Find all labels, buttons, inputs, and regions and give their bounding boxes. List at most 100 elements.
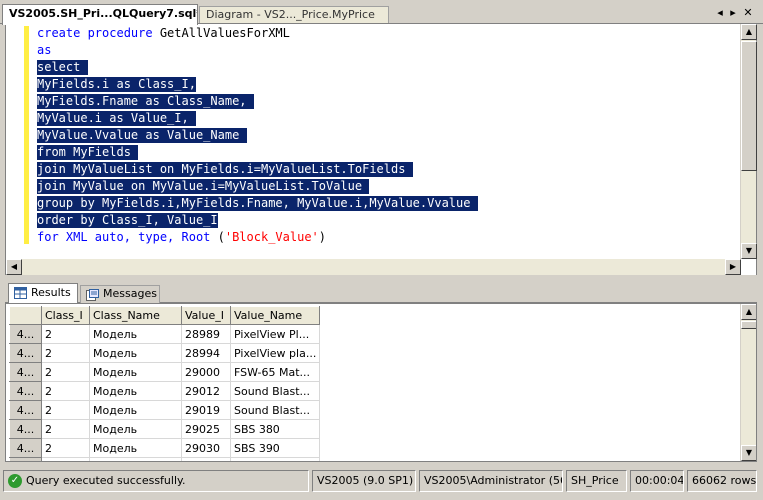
table-cell[interactable]: 2	[41, 400, 90, 420]
code-line[interactable]: select	[37, 59, 737, 76]
code-token: GetAllValuesForXML	[159, 26, 290, 40]
column-header[interactable]: Value_I	[181, 306, 231, 325]
row-header[interactable]: 4...	[9, 438, 42, 458]
tab-messages[interactable]: Messages	[80, 285, 160, 303]
table-cell[interactable]: SBS 560	[229, 457, 321, 461]
code-token: MyFields.Fname as Class_Name,	[37, 94, 254, 109]
table-cell[interactable]: Модель	[89, 381, 182, 401]
table-row[interactable]: 4... 2 Модель 29025 SBS 380	[9, 419, 321, 439]
results-tab-strip: Results Messages	[5, 281, 757, 304]
table-cell[interactable]: Модель	[89, 419, 182, 439]
table-row[interactable]: 4... 2 Модель 29019 Sound Blast...	[9, 400, 321, 420]
column-header[interactable]: Value_Name	[229, 306, 321, 325]
code-line[interactable]: for XML auto, type, Root ('Block_Value')	[37, 229, 737, 246]
code-token: select	[37, 60, 88, 75]
table-cell[interactable]: 29000	[181, 362, 231, 382]
scroll-left-icon[interactable]: ◀	[6, 259, 22, 275]
table-cell[interactable]: SBS 390	[229, 438, 321, 458]
success-check-icon: ✓	[8, 474, 22, 488]
code-line[interactable]: group by MyFields.i,MyFields.Fname, MyVa…	[37, 195, 737, 212]
row-header[interactable]: 4...	[9, 343, 42, 363]
tab-messages-label: Messages	[103, 287, 157, 300]
close-tab-icon[interactable]: ✕	[742, 7, 754, 19]
table-row[interactable]: 4... 2 Модель 28989 PixelView Pl...	[9, 324, 321, 344]
table-cell[interactable]: Sound Blast...	[229, 381, 321, 401]
table-cell[interactable]: 29030	[181, 438, 231, 458]
code-line[interactable]: MyValue.Vvalue as Value_Name	[37, 127, 737, 144]
table-cell[interactable]: Модель	[89, 324, 182, 344]
tab-results[interactable]: Results	[8, 283, 78, 304]
status-elapsed-time: 00:00:04	[630, 470, 684, 492]
table-cell[interactable]: FSW-65 Mat...	[229, 362, 321, 382]
grid-corner[interactable]	[9, 306, 42, 325]
table-cell[interactable]: 29025	[181, 419, 231, 439]
code-line[interactable]: order by Class_I, Value_I	[37, 212, 737, 229]
editor-scroll-thumb[interactable]	[741, 41, 757, 171]
tab-query-file[interactable]: VS2005.SH_Pri...QLQuery7.sql*	[2, 4, 198, 25]
code-token: (	[217, 230, 225, 244]
row-header[interactable]: 4...	[9, 381, 42, 401]
row-header[interactable]: 4...	[9, 362, 42, 382]
table-cell[interactable]: Модель	[89, 343, 182, 363]
grid-scroll-down-icon[interactable]: ▼	[741, 445, 756, 461]
column-header[interactable]: Class_I	[41, 306, 90, 325]
table-cell[interactable]: Модель	[89, 438, 182, 458]
row-header[interactable]: 4...	[9, 400, 42, 420]
grid-scroll-up-icon[interactable]: ▲	[741, 304, 756, 320]
tab-diagram[interactable]: Diagram - VS2..._Price.MyPrice	[199, 6, 389, 23]
table-cell[interactable]: 2	[41, 362, 90, 382]
status-user: VS2005\Administrator (56)	[419, 470, 563, 492]
results-grid[interactable]: Class_I Class_Name Value_I Value_Name 4.…	[5, 303, 757, 462]
table-row[interactable]: 4... 2 Модель 28994 PixelView pla...	[9, 343, 321, 363]
table-cell[interactable]: 29036	[181, 457, 231, 461]
table-row[interactable]: 4... 2 Модель 29012 Sound Blast...	[9, 381, 321, 401]
code-token: MyValue.Vvalue as Value_Name	[37, 128, 247, 143]
scroll-down-icon[interactable]: ▼	[741, 243, 757, 259]
code-line[interactable]: join MyValueList on MyFields.i=MyValueLi…	[37, 161, 737, 178]
table-cell[interactable]: SBS 380	[229, 419, 321, 439]
code-line[interactable]: create procedure GetAllValuesForXML	[37, 25, 737, 42]
table-row[interactable]: 4... 2 Модель 29000 FSW-65 Mat...	[9, 362, 321, 382]
code-line[interactable]: from MyFields	[37, 144, 737, 161]
scroll-up-icon[interactable]: ▲	[741, 24, 757, 40]
code-line[interactable]: join MyValue on MyValue.i=MyValueList.To…	[37, 178, 737, 195]
column-header[interactable]: Class_Name	[89, 306, 182, 325]
table-cell[interactable]: 28989	[181, 324, 231, 344]
table-cell[interactable]: 29012	[181, 381, 231, 401]
code-token: group by MyFields.i,MyFields.Fname, MyVa…	[37, 196, 478, 211]
table-cell[interactable]: Sound Blast...	[229, 400, 321, 420]
code-token: join MyValue on MyValue.i=MyValueList.To…	[37, 179, 370, 194]
tab-scroll-right-icon[interactable]: ▸	[727, 7, 739, 19]
grid-vertical-scrollbar[interactable]: ▲ ▼	[740, 304, 756, 461]
table-cell[interactable]: 2	[41, 381, 90, 401]
tab-scroll-left-icon[interactable]: ◂	[714, 7, 726, 19]
row-header[interactable]: 4...	[9, 324, 42, 344]
table-cell[interactable]: 2	[41, 324, 90, 344]
scroll-right-icon[interactable]: ▶	[725, 259, 741, 275]
table-cell[interactable]: 2	[41, 438, 90, 458]
table-cell[interactable]: 29019	[181, 400, 231, 420]
table-cell[interactable]: PixelView Pl...	[229, 324, 321, 344]
table-cell[interactable]: Модель	[89, 400, 182, 420]
table-cell[interactable]: 2	[41, 343, 90, 363]
code-text[interactable]: create procedure GetAllValuesForXML as sel…	[37, 25, 737, 246]
table-cell[interactable]: PixelView pla...	[229, 343, 321, 363]
row-header[interactable]: 4...	[9, 457, 42, 461]
table-cell[interactable]: 2	[41, 419, 90, 439]
table-row[interactable]: 4...2Модель29036SBS 560	[9, 457, 321, 461]
table-cell[interactable]: 2	[41, 457, 90, 461]
editor-vertical-scrollbar[interactable]: ▲ ▼	[740, 24, 757, 259]
table-cell[interactable]: 28994	[181, 343, 231, 363]
row-header[interactable]: 4...	[9, 419, 42, 439]
code-line[interactable]: as	[37, 42, 737, 59]
editor-horizontal-scrollbar[interactable]: ◀ ▶	[6, 259, 741, 275]
sql-editor[interactable]: create procedure GetAllValuesForXML as sel…	[5, 24, 757, 275]
status-database: SH_Price	[566, 470, 627, 492]
code-line[interactable]: MyFields.i as Class_I,	[37, 76, 737, 93]
table-cell[interactable]: Модель	[89, 457, 182, 461]
table-cell[interactable]: Модель	[89, 362, 182, 382]
code-line[interactable]: MyFields.Fname as Class_Name,	[37, 93, 737, 110]
table-row[interactable]: 4... 2 Модель 29030 SBS 390	[9, 438, 321, 458]
grid-scroll-thumb[interactable]	[741, 321, 756, 329]
code-line[interactable]: MyValue.i as Value_I,	[37, 110, 737, 127]
